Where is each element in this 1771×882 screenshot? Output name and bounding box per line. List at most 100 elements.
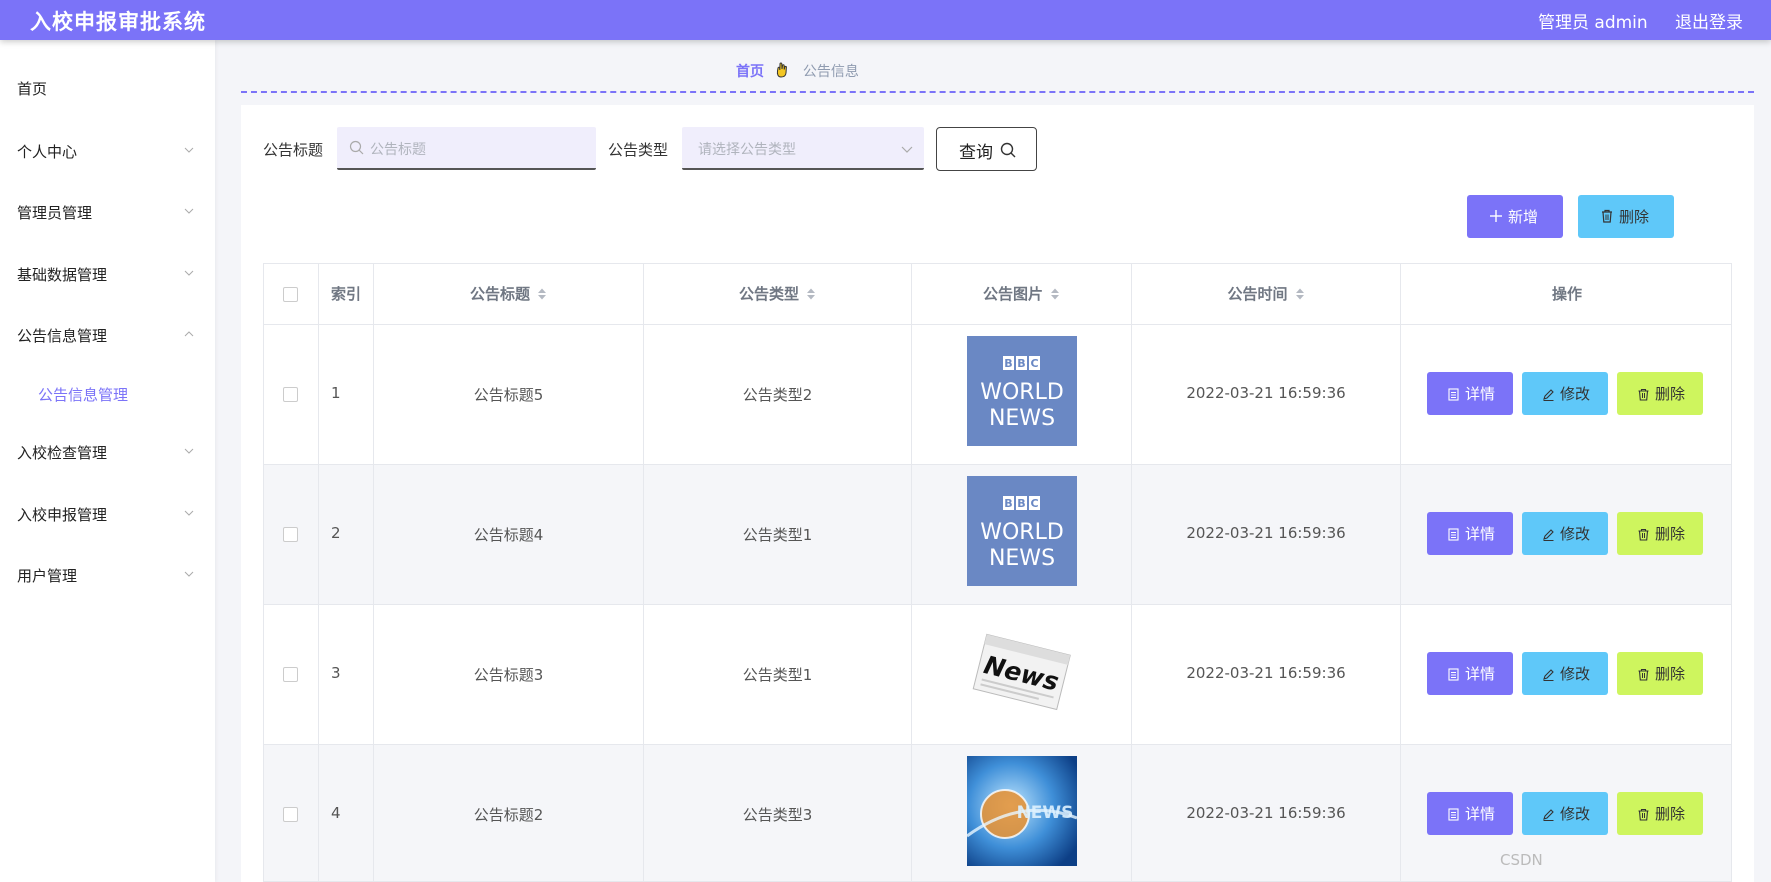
header-label: 索引 [330, 285, 361, 303]
trash-icon [1637, 807, 1650, 821]
breadcrumb-home[interactable]: 首页 [736, 64, 764, 80]
row-time: 2022-03-21 16:59:36 [1186, 664, 1346, 682]
table-header-title[interactable]: 公告标题 [374, 264, 644, 325]
delete-button-label: 删除 [1655, 525, 1686, 543]
table-header-time[interactable]: 公告时间 [1132, 264, 1401, 325]
bbc-letter: B [1017, 357, 1025, 370]
cell-index: 2 [319, 465, 374, 605]
delete-button[interactable]: 删除 [1617, 512, 1703, 555]
detail-button[interactable]: 详情 [1427, 792, 1513, 835]
row-checkbox[interactable] [283, 527, 298, 542]
cell-time: 2022-03-21 16:59:36 [1132, 465, 1401, 605]
title-search-input[interactable]: 公告标题 [337, 127, 596, 170]
news-text: NEWS [989, 546, 1055, 571]
delete-button[interactable]: 删除 [1617, 652, 1703, 695]
sort-icon[interactable] [806, 287, 816, 301]
newspaper-news-image[interactable]: News [967, 616, 1077, 726]
sidebar-item-entry-check[interactable]: 入校检查管理 [0, 432, 215, 472]
cell-ops: 详情 修改 删除 [1401, 605, 1731, 745]
cell-type: 公告类型2 [644, 325, 912, 465]
cell-select [264, 605, 319, 745]
bbc-letter: B [1004, 357, 1012, 370]
sort-icon[interactable] [1050, 287, 1060, 301]
cell-ops: 详情 修改 删除 [1401, 325, 1731, 465]
edit-button-label: 修改 [1560, 385, 1591, 403]
row-type: 公告类型2 [742, 386, 813, 404]
sidebar-item-basic-data[interactable]: 基础数据管理 [0, 254, 215, 294]
sidebar-item-label: 用户管理 [17, 567, 78, 585]
sidebar-item-users[interactable]: 用户管理 [0, 555, 215, 595]
table-row: 2 公告标题4 公告类型1 B B C WORLD NEWS 2022-03-2… [264, 465, 1731, 605]
sidebar-item-label: 首页 [17, 80, 48, 98]
pencil-icon [1542, 807, 1555, 822]
globe-news-image[interactable]: NEWS [967, 756, 1077, 866]
cell-ops: 详情 修改 删除 [1401, 745, 1731, 881]
query-button-label: 查询 [959, 143, 993, 163]
sidebar-subitem-notice-management[interactable]: 公告信息管理 [0, 373, 215, 413]
header-label-wrap: 公告图片 [912, 283, 1131, 304]
sidebar-item-label: 入校检查管理 [17, 444, 108, 462]
detail-button-label: 详情 [1465, 385, 1496, 403]
add-button[interactable]: 新增 [1467, 195, 1563, 238]
title-search-label: 公告标题 [263, 141, 324, 159]
cell-type: 公告类型1 [644, 605, 912, 745]
cell-title: 公告标题2 [374, 745, 644, 881]
sidebar-item-notice-management[interactable]: 公告信息管理 [0, 315, 215, 355]
pointing-hand-icon [774, 61, 792, 79]
edit-button-label: 修改 [1560, 525, 1591, 543]
detail-button[interactable]: 详情 [1427, 512, 1513, 555]
sidebar-item-label: 入校申报管理 [17, 506, 108, 524]
edit-button[interactable]: 修改 [1522, 652, 1608, 695]
row-checkbox[interactable] [283, 807, 298, 822]
cell-title: 公告标题4 [374, 465, 644, 605]
notice-table: 索引 公告标题 公告类型 公告图片 公告时间 操作 1 公告标题5 公告类型2 … [263, 263, 1732, 882]
pencil-icon [1542, 387, 1555, 402]
cell-select [264, 465, 319, 605]
bbc-world-news-image[interactable]: B B C WORLD NEWS [967, 336, 1077, 446]
header-label: 公告图片 [982, 285, 1043, 303]
edit-button[interactable]: 修改 [1522, 792, 1608, 835]
sidebar-item-home[interactable]: 首页 [0, 68, 215, 108]
cell-ops: 详情 修改 删除 [1401, 465, 1731, 605]
chevron-down-icon [184, 506, 194, 516]
bulk-delete-button[interactable]: 删除 [1578, 195, 1674, 238]
cell-index: 3 [319, 605, 374, 745]
cell-image: B B C WORLD NEWS [912, 465, 1132, 605]
delete-button[interactable]: 删除 [1617, 792, 1703, 835]
row-index: 3 [331, 664, 341, 682]
delete-button-label: 删除 [1655, 385, 1686, 403]
header-label: 公告时间 [1227, 285, 1288, 303]
chevron-down-icon [184, 444, 194, 454]
cell-time: 2022-03-21 16:59:36 [1132, 325, 1401, 465]
type-select-label: 公告类型 [608, 141, 669, 159]
watermark: CSDN [1500, 851, 1543, 869]
sort-icon[interactable] [537, 287, 547, 301]
bbc-world-news-image[interactable]: B B C WORLD NEWS [967, 476, 1077, 586]
edit-button[interactable]: 修改 [1522, 512, 1608, 555]
sidebar-item-personal-center[interactable]: 个人中心 [0, 131, 215, 171]
select-all-checkbox[interactable] [283, 287, 298, 302]
cell-image: NEWS [912, 745, 1132, 881]
delete-button[interactable]: 删除 [1617, 372, 1703, 415]
sidebar-item-entry-declare[interactable]: 入校申报管理 [0, 494, 215, 534]
edit-button[interactable]: 修改 [1522, 372, 1608, 415]
cell-title: 公告标题3 [374, 605, 644, 745]
sidebar-item-admin-management[interactable]: 管理员管理 [0, 192, 215, 232]
type-select[interactable]: 请选择公告类型 [682, 127, 924, 170]
query-button[interactable]: 查询 [936, 127, 1037, 171]
cell-image: B B C WORLD NEWS [912, 325, 1132, 465]
news-text: NEWS [989, 406, 1055, 431]
search-icon [349, 140, 364, 155]
row-time: 2022-03-21 16:59:36 [1186, 384, 1346, 402]
row-checkbox[interactable] [283, 667, 298, 682]
table-header-type[interactable]: 公告类型 [644, 264, 912, 325]
detail-button[interactable]: 详情 [1427, 652, 1513, 695]
detail-button[interactable]: 详情 [1427, 372, 1513, 415]
row-checkbox[interactable] [283, 387, 298, 402]
cell-time: 2022-03-21 16:59:36 [1132, 605, 1401, 745]
sort-icon[interactable] [1295, 287, 1305, 301]
table-header-image[interactable]: 公告图片 [912, 264, 1132, 325]
logout-link[interactable]: 退出登录 [1675, 8, 1743, 33]
pencil-icon [1542, 527, 1555, 542]
bbc-letter: C [1030, 497, 1038, 510]
